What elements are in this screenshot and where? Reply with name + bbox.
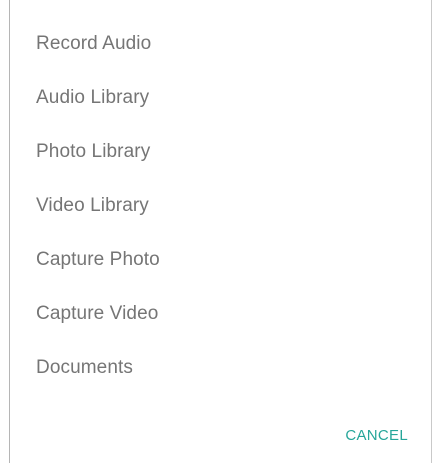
option-label: Audio Library (36, 87, 150, 108)
option-capture-video[interactable]: Capture Video (10, 287, 431, 341)
cancel-button[interactable]: CANCEL (339, 427, 414, 444)
option-label: Photo Library (36, 141, 151, 162)
option-record-audio[interactable]: Record Audio (10, 17, 431, 71)
option-label: Capture Photo (36, 249, 160, 270)
option-video-library[interactable]: Video Library (10, 179, 431, 233)
option-capture-photo[interactable]: Capture Photo (10, 233, 431, 287)
option-label: Documents (36, 357, 133, 378)
option-audio-library[interactable]: Audio Library (10, 71, 431, 125)
dialog-actions: CANCEL (339, 420, 414, 450)
attachment-options-dialog: Record Audio Audio Library Photo Library… (9, 0, 432, 463)
option-list: Record Audio Audio Library Photo Library… (10, 17, 431, 395)
option-label: Capture Video (36, 303, 159, 324)
option-photo-library[interactable]: Photo Library (10, 125, 431, 179)
option-documents[interactable]: Documents (10, 341, 431, 395)
option-label: Video Library (36, 195, 149, 216)
option-label: Record Audio (36, 33, 152, 54)
